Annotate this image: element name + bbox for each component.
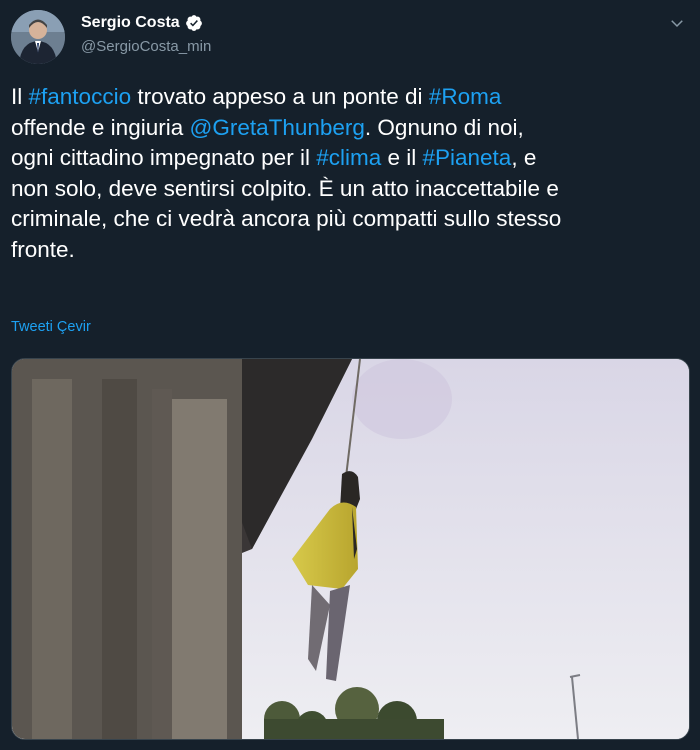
hashtag-link[interactable]: #Pianeta [423, 145, 512, 170]
mention-link[interactable]: @GretaThunberg [189, 115, 364, 140]
avatar[interactable] [11, 10, 65, 64]
hashtag-link[interactable]: #fantoccio [29, 84, 132, 109]
chevron-down-icon[interactable] [668, 14, 686, 32]
translate-tweet-link[interactable]: Tweeti Çevir [11, 319, 91, 335]
tweet-card: Sergio Costa @SergioCosta_min Il #fantoc… [0, 0, 700, 750]
author-display-name[interactable]: Sergio Costa [81, 14, 180, 32]
author-row: Sergio Costa [81, 14, 203, 32]
tweet-text-segment: offende e ingiuria [11, 114, 184, 140]
tweet-text: Il #fantoccio trovato appeso a un ponte … [11, 82, 691, 265]
verified-badge-icon [185, 14, 203, 32]
tweet-text-segment: trovato appeso a un ponte di [131, 84, 429, 109]
hashtag-link[interactable]: #clima [316, 145, 381, 170]
author-handle[interactable]: @SergioCosta_min [81, 38, 211, 55]
hashtag-link[interactable]: #Roma [429, 84, 502, 109]
tweet-photo[interactable] [11, 358, 690, 740]
tweet-text-segment: e il [381, 145, 423, 170]
tweet-text-segment: Il [11, 84, 29, 109]
